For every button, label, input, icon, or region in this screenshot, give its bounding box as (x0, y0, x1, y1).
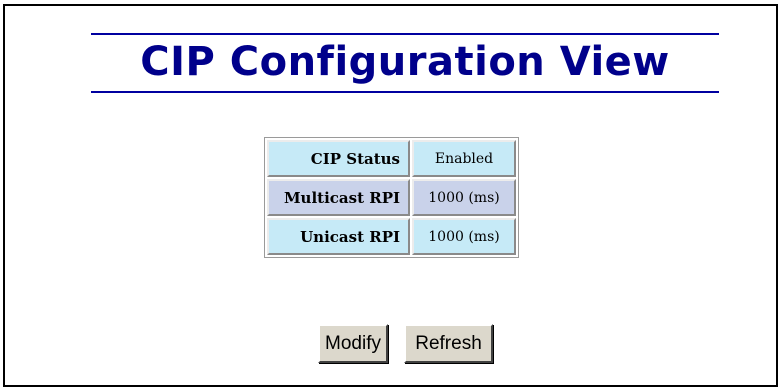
table-row: Multicast RPI 1000 (ms) (267, 179, 516, 216)
unicast-rpi-value: 1000 (ms) (412, 218, 516, 255)
multicast-rpi-label: Multicast RPI (267, 179, 410, 216)
multicast-rpi-value: 1000 (ms) (412, 179, 516, 216)
page-title: CIP Configuration View (140, 39, 670, 85)
table-row: Unicast RPI 1000 (ms) (267, 218, 516, 255)
refresh-button[interactable]: Refresh (404, 324, 493, 363)
title-rule-bottom (91, 91, 719, 93)
unicast-rpi-label: Unicast RPI (267, 218, 410, 255)
cip-status-label: CIP Status (267, 140, 410, 177)
cip-config-table: CIP Status Enabled Multicast RPI 1000 (m… (264, 137, 519, 258)
table-row: CIP Status Enabled (267, 140, 516, 177)
modify-button[interactable]: Modify (318, 324, 388, 363)
content-frame: CIP Configuration View CIP Status Enable… (3, 4, 778, 387)
title-block: CIP Configuration View (91, 33, 719, 93)
cip-status-value: Enabled (412, 140, 516, 177)
